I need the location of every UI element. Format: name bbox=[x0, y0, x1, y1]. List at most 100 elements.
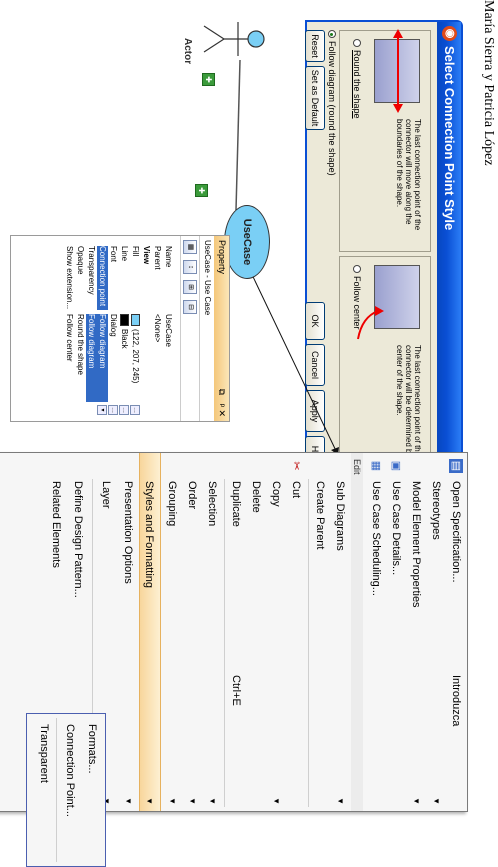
menu-item-label: Styles and Formatting bbox=[143, 481, 155, 588]
ellipsis-button[interactable]: … bbox=[130, 405, 140, 415]
submenu-arrow-icon: ▼ bbox=[208, 797, 217, 805]
menu-item-label: Order bbox=[186, 481, 198, 510]
menu-item-label: Sub Diagrams bbox=[334, 481, 346, 551]
submenu-item-transparent[interactable]: Transparent bbox=[33, 714, 55, 864]
ellipsis-button[interactable]: … bbox=[119, 405, 129, 415]
menu-item-order[interactable]: Order ▼ bbox=[181, 453, 203, 811]
menu-item-label: Formats... bbox=[86, 724, 98, 774]
usecase-ellipse[interactable]: UseCase bbox=[224, 205, 270, 279]
property-row-selected[interactable]: Connection point Follow diagram ▾ bbox=[97, 236, 108, 421]
menu-item-sub-diagrams[interactable]: Sub Diagrams ▼ bbox=[329, 453, 351, 811]
property-row[interactable]: Show extension... Follow center bbox=[64, 236, 75, 421]
menu-item-label: Grouping bbox=[166, 481, 178, 527]
property-panel: Property ⧉ ᵖ ✕ UseCase - Use Case ▦ ↕ ⊞ … bbox=[10, 235, 230, 422]
scissors-icon: ✂ bbox=[290, 461, 302, 471]
property-row[interactable]: Font Dialog… bbox=[108, 236, 119, 421]
property-group-row[interactable]: View bbox=[141, 236, 152, 421]
submenu-arrow-icon: ▼ bbox=[168, 797, 177, 805]
submenu-item-formats[interactable]: Formats... bbox=[81, 714, 103, 864]
float-icon[interactable]: ⧉ bbox=[214, 389, 229, 395]
specification-icon: ▤ bbox=[449, 459, 463, 473]
menu-item-label: Use Case Details... bbox=[390, 481, 402, 576]
menu-item-label: Presentation Options bbox=[122, 481, 134, 584]
submenu-item-connection-point[interactable]: Connection Point... bbox=[59, 714, 81, 864]
pin-icon[interactable]: ᵖ bbox=[214, 404, 229, 407]
menu-item-copy[interactable]: Copy ▼ bbox=[265, 453, 287, 811]
menu-item-use-case-scheduling[interactable]: ▦ Use Case Scheduling... bbox=[365, 453, 387, 811]
dropdown-option: Round the shape bbox=[76, 314, 85, 375]
actor-figure[interactable] bbox=[196, 14, 266, 64]
submenu-arrow-icon: ▼ bbox=[124, 797, 133, 805]
menu-item-selection[interactable]: Selection ▼ bbox=[201, 453, 223, 811]
sort-az-icon[interactable]: ↕ bbox=[183, 260, 197, 274]
color-swatch bbox=[119, 314, 129, 326]
property-panel-header: Property ⧉ ᵖ ✕ bbox=[214, 236, 229, 421]
property-row[interactable]: Line Black … bbox=[119, 236, 130, 421]
menu-item-label: Delete bbox=[250, 481, 262, 513]
menu-item-model-element-properties[interactable]: Model Element Properties ▼ bbox=[405, 453, 427, 811]
submenu-arrow-icon: ▼ bbox=[272, 797, 281, 805]
menu-item-label: Layer bbox=[100, 481, 112, 509]
close-icon[interactable]: ✕ bbox=[214, 409, 229, 417]
submenu-arrow-icon: ▼ bbox=[336, 797, 345, 805]
dropdown-icon[interactable]: ▾ bbox=[97, 405, 107, 415]
scheduling-icon: ▦ bbox=[370, 460, 382, 472]
expand-icon[interactable]: ⊞ bbox=[183, 280, 197, 294]
menu-item-delete[interactable]: Delete bbox=[245, 453, 267, 811]
color-swatch bbox=[130, 314, 140, 326]
ellipsis-button[interactable]: … bbox=[108, 405, 118, 415]
submenu-arrow-icon: ▼ bbox=[412, 797, 421, 805]
property-value: Dialog bbox=[109, 314, 118, 337]
menu-item-label: Open Specification... bbox=[450, 481, 462, 583]
property-value: Follow diagram bbox=[97, 314, 108, 402]
property-value: UseCase bbox=[164, 314, 173, 347]
submenu-arrow-icon: ▼ bbox=[432, 797, 441, 805]
property-key: Transparency bbox=[87, 246, 96, 295]
menu-item-stereotypes[interactable]: Stereotypes ▼ bbox=[425, 453, 447, 811]
property-title: Property bbox=[217, 240, 227, 275]
property-row[interactable]: Name UseCase bbox=[163, 236, 174, 421]
property-row[interactable]: Opaque Round the shape bbox=[75, 236, 86, 421]
menu-item-label: Duplicate bbox=[230, 481, 242, 527]
menu-item-presentation-options[interactable]: Presentation Options ▼ bbox=[117, 453, 139, 811]
menu-item-shortcut: Introduzca bbox=[450, 675, 462, 727]
property-value: <None> bbox=[153, 314, 162, 343]
styles-submenu: Formats... Connection Point... Transpare… bbox=[26, 713, 106, 867]
collapse-icon[interactable]: ⊟ bbox=[183, 300, 197, 314]
menu-separator bbox=[224, 479, 225, 807]
dropdown-option: Follow diagram bbox=[86, 314, 97, 402]
resource-icon[interactable]: ✚ bbox=[202, 73, 215, 86]
property-key: Opaque bbox=[76, 246, 85, 275]
menu-item-label: Define Design Pattern... bbox=[72, 481, 84, 598]
menu-item-shortcut: Ctrl+E bbox=[230, 675, 242, 706]
property-row[interactable]: Transparency Follow diagram bbox=[86, 236, 97, 421]
property-row[interactable]: Fill (122, 207, 245) … bbox=[130, 236, 141, 421]
property-key: Parent bbox=[153, 246, 162, 270]
submenu-arrow-icon: ▼ bbox=[188, 797, 197, 805]
menu-item-grouping[interactable]: Grouping ▼ bbox=[161, 453, 183, 811]
menu-item-label: Cut bbox=[290, 481, 302, 499]
property-value: (122, 207, 245) bbox=[131, 329, 140, 384]
menu-item-label: Create Parent bbox=[314, 481, 326, 550]
menu-item-use-case-details[interactable]: ▣ Use Case Details... bbox=[385, 453, 407, 811]
resource-icon[interactable]: ✚ bbox=[195, 184, 208, 197]
categorized-icon[interactable]: ▦ bbox=[183, 240, 197, 254]
property-value: Black bbox=[120, 329, 129, 349]
menu-separator bbox=[308, 479, 309, 807]
menu-item-label: Transparent bbox=[38, 724, 50, 783]
property-subtitle: UseCase - Use Case bbox=[199, 236, 214, 421]
menu-item-open-specification[interactable]: ▤ Open Specification... Introduzca bbox=[445, 453, 467, 811]
property-key: Line bbox=[120, 246, 129, 262]
menu-item-styles-and-formatting[interactable]: Styles and Formatting ▼ bbox=[139, 453, 161, 811]
property-grid: Name UseCase Parent <None> View Fill (122, … bbox=[64, 236, 180, 421]
menu-item-cut[interactable]: ✂ Cut bbox=[285, 453, 307, 811]
menu-item-label: Selection bbox=[206, 481, 218, 527]
property-key: Fill bbox=[131, 246, 140, 257]
property-key: View bbox=[142, 246, 151, 265]
menu-item-create-parent[interactable]: Create Parent bbox=[309, 453, 331, 811]
menu-item-duplicate[interactable]: Duplicate Ctrl+E bbox=[225, 453, 247, 811]
property-row[interactable]: Parent <None> bbox=[152, 236, 163, 421]
menu-item-label: Connection Point... bbox=[64, 724, 76, 817]
property-key: Connection point bbox=[97, 246, 108, 310]
menu-item-label: Use Case Scheduling... bbox=[370, 481, 382, 596]
